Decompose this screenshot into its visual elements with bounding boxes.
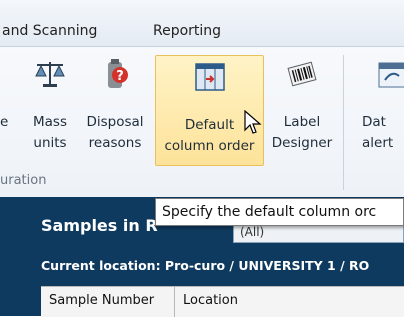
barcode-icon	[287, 61, 317, 87]
mass-units-label-1: Mass	[33, 114, 67, 130]
date-alert-label-1: Dat	[362, 114, 386, 130]
label-designer-label-1: Label	[283, 114, 321, 130]
mass-units-label-2: units	[33, 135, 67, 151]
ribbon-group-label: uration	[0, 173, 47, 188]
mouse-cursor-icon	[244, 110, 262, 134]
menu-item-scanning[interactable]: and Scanning	[2, 23, 97, 39]
table-header: Sample Number Location	[41, 286, 404, 317]
current-location: Current location: Pro-curo / UNIVERSITY …	[41, 258, 370, 273]
column-header-sample-number[interactable]: Sample Number	[41, 287, 175, 317]
ribbon-button-partial-label: e	[0, 114, 9, 130]
ribbon: e Mass units ? Disposal reasons Default …	[0, 47, 404, 197]
ribbon-separator	[343, 55, 344, 190]
column-order-icon	[194, 63, 225, 91]
label-designer-label-2: Designer	[271, 135, 333, 151]
disposal-reasons-button[interactable]: ? Disposal reasons	[82, 53, 148, 166]
label-designer-button[interactable]: Label Designer	[268, 53, 336, 166]
column-header-location[interactable]: Location	[175, 287, 404, 317]
panel-title: Samples in R	[41, 216, 158, 235]
menu-bar: and Scanning Reporting	[0, 0, 404, 47]
date-alert-label-2: alert	[362, 135, 394, 151]
menu-item-reporting[interactable]: Reporting	[153, 23, 221, 39]
tooltip: Specify the default column orc	[155, 198, 404, 226]
ribbon-button-partial[interactable]: e	[0, 53, 22, 166]
date-alert-button[interactable]: Dat alert	[354, 53, 404, 166]
calendar-alert-icon	[378, 62, 404, 88]
disposal-bottle-icon: ?	[108, 59, 128, 88]
scales-icon	[35, 62, 65, 87]
disposal-reasons-label-2: reasons	[88, 135, 142, 151]
mass-units-button[interactable]: Mass units	[27, 53, 73, 166]
disposal-reasons-label-1: Disposal	[86, 114, 144, 130]
default-column-order-label-2: column order	[164, 138, 255, 154]
svg-text:?: ?	[116, 69, 124, 84]
